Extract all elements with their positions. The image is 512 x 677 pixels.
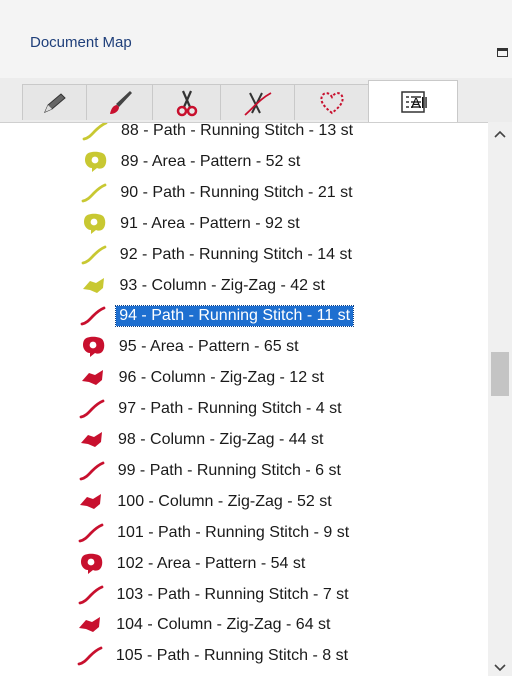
tab-brush[interactable] xyxy=(86,84,154,120)
running-stitch-icon xyxy=(78,521,104,545)
vertical-scrollbar[interactable] xyxy=(488,122,512,676)
list-item-label: 102 - Area - Pattern - 54 st xyxy=(116,554,306,572)
area-pattern-icon xyxy=(81,212,107,236)
list-item-label: 89 - Area - Pattern - 52 st xyxy=(120,152,301,170)
list-item-label: 91 - Area - Pattern - 92 st xyxy=(120,214,300,232)
panel-header: Document Map xyxy=(0,0,512,79)
running-stitch-icon xyxy=(79,459,105,483)
list-item[interactable]: 98 - Column - Zig-Zag - 44 st xyxy=(0,426,488,454)
list-item-label: 104 - Column - Zig-Zag - 64 st xyxy=(116,616,331,634)
column-zigzag-icon xyxy=(79,428,105,452)
pencil-icon xyxy=(44,92,66,113)
list-item[interactable]: 106 - Column - Zig-Zag - 60 st xyxy=(0,673,488,677)
list-item-label: 88 - Path - Running Stitch - 13 st xyxy=(121,122,354,139)
list-item-label: 99 - Path - Running Stitch - 6 st xyxy=(117,461,341,479)
list-item[interactable]: 90 - Path - Running Stitch - 21 st xyxy=(0,179,488,207)
list-item-label: 90 - Path - Running Stitch - 21 st xyxy=(120,183,353,201)
running-stitch-icon xyxy=(78,583,104,607)
tab-all-label: All xyxy=(411,95,428,112)
tab-draw[interactable] xyxy=(22,84,88,120)
scissors-icon xyxy=(176,90,198,116)
area-pattern-icon xyxy=(82,150,108,174)
column-zigzag-icon xyxy=(80,366,106,390)
list-item-label: 105 - Path - Running Stitch - 8 st xyxy=(115,647,349,665)
scroll-down-icon[interactable] xyxy=(494,664,506,672)
list-item-label: 93 - Column - Zig-Zag - 42 st xyxy=(119,276,325,294)
brush-icon xyxy=(110,90,132,114)
heart-outline-icon xyxy=(320,91,344,114)
running-stitch-icon xyxy=(79,397,105,421)
tab-strip: All xyxy=(0,78,512,122)
object-list[interactable]: 88 - Path - Running Stitch - 13 st 89 - A… xyxy=(0,122,488,677)
list-item-label: 96 - Column - Zig-Zag - 12 st xyxy=(118,369,324,387)
area-pattern-icon xyxy=(80,335,106,359)
column-zigzag-icon xyxy=(77,613,103,637)
list-item[interactable]: 100 - Column - Zig-Zag - 52 st xyxy=(0,488,488,516)
running-stitch-icon xyxy=(77,644,103,668)
list-item[interactable]: 89 - Area - Pattern - 52 st xyxy=(0,148,488,176)
running-stitch-icon xyxy=(81,181,107,205)
scroll-thumb[interactable] xyxy=(491,352,509,396)
list-item-label: 98 - Column - Zig-Zag - 44 st xyxy=(118,431,324,448)
scroll-up-icon[interactable] xyxy=(494,130,506,138)
maximize-icon[interactable] xyxy=(497,48,508,57)
list-item[interactable]: 93 - Column - Zig-Zag - 42 st xyxy=(0,272,488,300)
tab-jump[interactable] xyxy=(220,84,296,120)
list-item[interactable]: 102 - Area - Pattern - 54 st xyxy=(0,550,488,578)
list-item[interactable]: 96 - Column - Zig-Zag - 12 st xyxy=(0,364,488,392)
tab-cut[interactable] xyxy=(152,84,222,120)
list-item[interactable]: 92 - Path - Running Stitch - 14 st xyxy=(0,241,488,269)
tab-all[interactable]: All xyxy=(368,80,458,122)
list-item[interactable]: 95 - Area - Pattern - 65 st xyxy=(0,333,488,361)
list-item[interactable]: 94 - Path - Running Stitch - 11 st xyxy=(0,302,488,330)
panel-title: Document Map xyxy=(30,34,132,51)
area-pattern-icon xyxy=(78,552,104,576)
column-zigzag-icon xyxy=(78,490,104,514)
list-item[interactable]: 101 - Path - Running Stitch - 9 st xyxy=(0,519,488,547)
list-item-label: 103 - Path - Running Stitch - 7 st xyxy=(116,585,349,603)
list-item[interactable]: 88 - Path - Running Stitch - 13 st xyxy=(0,122,488,145)
list-item[interactable]: 91 - Area - Pattern - 92 st xyxy=(0,210,488,238)
list-item-label: 94 - Path - Running Stitch - 11 st xyxy=(115,305,355,328)
jump-stitch-icon xyxy=(244,91,272,116)
list-item[interactable]: 97 - Path - Running Stitch - 4 st xyxy=(0,395,488,423)
column-zigzag-icon xyxy=(81,274,107,298)
list-item-label: 92 - Path - Running Stitch - 14 st xyxy=(119,245,352,263)
tab-shapes[interactable] xyxy=(294,84,370,120)
list-item-label: 95 - Area - Pattern - 65 st xyxy=(118,338,299,356)
running-stitch-icon xyxy=(80,304,106,328)
list-item[interactable]: 99 - Path - Running Stitch - 6 st xyxy=(0,457,488,485)
running-stitch-icon xyxy=(82,123,108,143)
list-item[interactable]: 105 - Path - Running Stitch - 8 st xyxy=(0,642,488,670)
running-stitch-icon xyxy=(81,243,107,267)
list-item[interactable]: 104 - Column - Zig-Zag - 64 st xyxy=(0,611,488,639)
list-item[interactable]: 103 - Path - Running Stitch - 7 st xyxy=(0,581,488,609)
list-item-label: 100 - Column - Zig-Zag - 52 st xyxy=(117,492,332,510)
list-item-label: 101 - Path - Running Stitch - 9 st xyxy=(117,523,350,541)
list-item-label: 97 - Path - Running Stitch - 4 st xyxy=(118,400,342,418)
